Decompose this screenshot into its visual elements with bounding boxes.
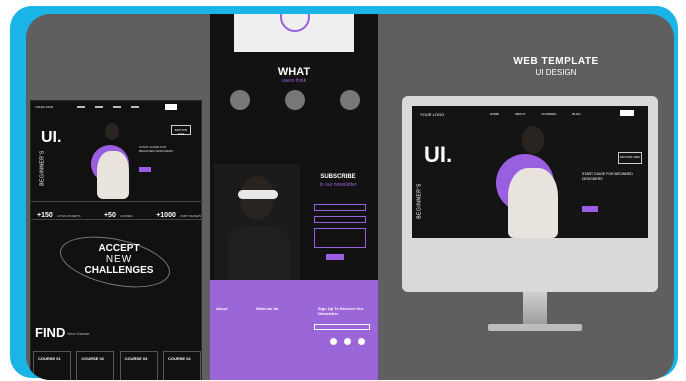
monitor-guide: START GUIDE FOR BEGINNED DESIGNERS	[582, 172, 633, 181]
message-field[interactable]	[314, 228, 366, 248]
what-title: WHAT	[277, 66, 311, 78]
middle-footer: About What we do Sign Up To Receive Our …	[210, 280, 378, 380]
middle-mockup: WHAT users think SUBSCRIBE to our newsle…	[210, 14, 378, 380]
what-subtitle: users think	[281, 78, 307, 84]
left-hero-title: UI.	[41, 129, 62, 146]
left-hero-button[interactable]	[139, 167, 151, 172]
monitor: YOUR LOGO HOME ABOUT COURSES BLOG UI. BE…	[402, 96, 658, 292]
social-icon[interactable]	[330, 338, 337, 345]
name-field[interactable]	[314, 204, 366, 211]
avatar	[230, 90, 250, 110]
monitor-hero-button[interactable]	[582, 206, 598, 212]
subscribe-subtitle: to our newsletter	[319, 182, 357, 188]
template-preview-card: WEB TEMPLATE UI DESIGN YOUR LOGO UI. BEG…	[26, 14, 674, 380]
monitor-logo: YOUR LOGO	[420, 112, 445, 117]
social-icon[interactable]	[358, 338, 365, 345]
course-cards: COURSE 01 COURSE 02 COURSE 03 COURSE 04	[33, 351, 201, 380]
monitor-base	[488, 324, 582, 331]
play-icon[interactable]	[280, 14, 310, 32]
footer-what: What we do	[256, 306, 279, 311]
submit-button[interactable]	[326, 254, 344, 260]
monitor-nav: HOME ABOUT COURSES BLOG	[490, 112, 581, 116]
left-nav	[77, 104, 187, 110]
left-mockup: YOUR LOGO UI. BEGINNER'S EDITION 2022 ST…	[30, 100, 203, 380]
monitor-stand	[523, 292, 547, 326]
course-card[interactable]: COURSE 04	[162, 351, 201, 380]
social-icon[interactable]	[344, 338, 351, 345]
monitor-hero-title: UI.	[424, 142, 453, 167]
course-card[interactable]: COURSE 03	[119, 351, 158, 380]
left-logo: YOUR LOGO	[35, 105, 54, 109]
monitor-side-text: BEGINNER'S	[416, 183, 423, 219]
accept-text: ACCEPT NEW CHALLENGES	[84, 243, 154, 276]
footer-email-input[interactable]	[314, 324, 370, 330]
nav-blog[interactable]: BLOG	[572, 112, 580, 116]
left-side-text: BEGINNER'S	[39, 150, 46, 186]
left-badge: EDITION 2022	[171, 125, 191, 136]
find-title: FIND	[35, 325, 66, 340]
monitor-cta-button[interactable]	[620, 110, 634, 116]
monitor-edition: EDITION 2022	[618, 152, 642, 164]
email-field[interactable]	[314, 216, 366, 223]
footer-signup: Sign Up To Receive Our Newsletter	[318, 306, 364, 316]
avatar	[340, 90, 360, 110]
course-card[interactable]: COURSE 02	[76, 351, 115, 380]
testimonial-avatars	[230, 90, 360, 110]
heading-line1: WEB TEMPLATE	[513, 56, 599, 67]
subscribe-title: SUBSCRIBE	[320, 174, 356, 180]
social-icons	[330, 338, 365, 345]
course-card[interactable]: COURSE 01	[33, 351, 71, 380]
subscribe-form	[314, 204, 366, 260]
page-heading: WEB TEMPLATE UI DESIGN	[496, 56, 616, 77]
video-thumb[interactable]	[234, 14, 354, 52]
avatar	[285, 90, 305, 110]
footer-about: About	[216, 306, 228, 311]
find-subtitle: Your Course.	[67, 331, 91, 336]
heading-line2: UI DESIGN	[535, 68, 577, 77]
nav-about[interactable]: ABOUT	[515, 112, 525, 116]
portrait-photo	[214, 164, 300, 280]
nav-home[interactable]: HOME	[490, 112, 499, 116]
nav-courses[interactable]: COURSES	[541, 112, 556, 116]
monitor-screen: YOUR LOGO HOME ABOUT COURSES BLOG UI. BE…	[412, 106, 648, 238]
